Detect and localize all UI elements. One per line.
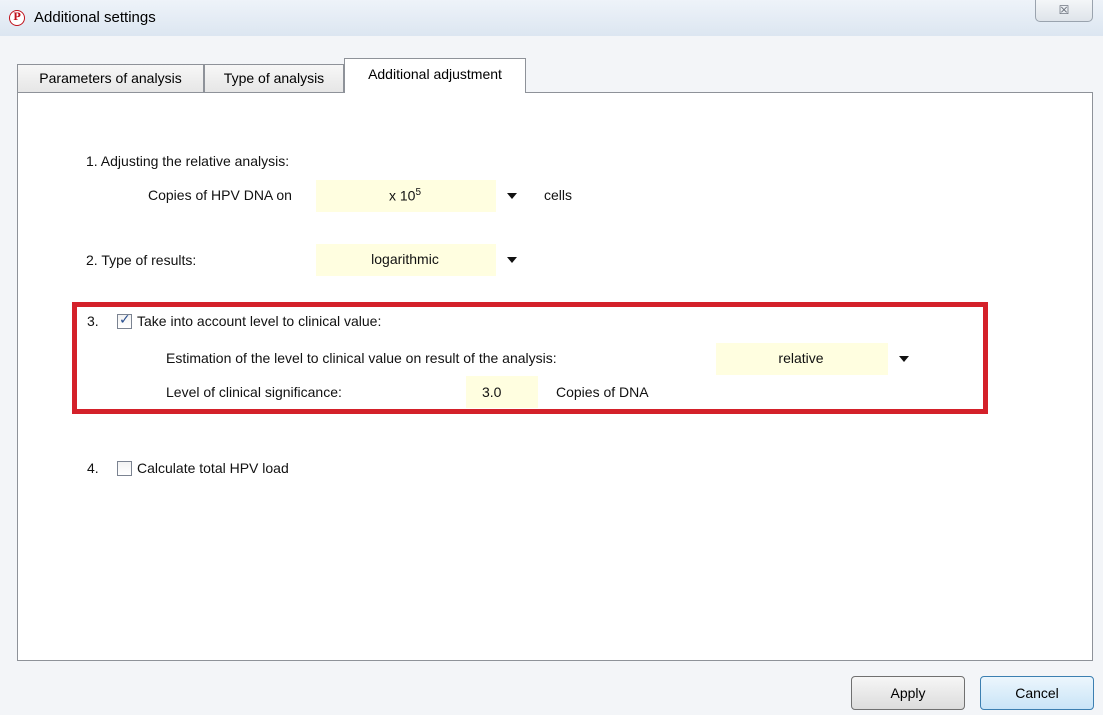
significance-label: Level of clinical significance: — [166, 384, 342, 400]
section-4-number: 4. — [87, 460, 99, 476]
copies-label: Copies of HPV DNA on — [148, 187, 292, 203]
type-of-results-value: logarithmic — [371, 251, 439, 267]
relative-analysis-heading: 1. Adjusting the relative analysis: — [86, 153, 290, 169]
tab-additional-adjustment[interactable]: Additional adjustment — [344, 58, 526, 93]
significance-input[interactable]: 3.0 — [466, 376, 538, 408]
settings-dialog: P Additional settings ☒ Parameters of an… — [0, 0, 1103, 715]
close-button[interactable]: ☒ — [1035, 0, 1093, 22]
cells-label: cells — [544, 187, 573, 203]
total-hpv-load-checkbox[interactable] — [117, 461, 132, 476]
estimation-value: relative — [778, 350, 824, 366]
estimation-label: Estimation of the level to clinical valu… — [166, 350, 557, 366]
tab-parameters-of-analysis[interactable]: Parameters of analysis — [17, 64, 204, 92]
title-bar: P Additional settings ☒ — [0, 0, 1103, 36]
app-logo-icon: P — [9, 10, 25, 26]
clinical-value-checkbox[interactable] — [117, 312, 132, 329]
multiplier-base: x 10 — [388, 187, 416, 204]
cancel-button[interactable]: Cancel — [980, 676, 1094, 710]
apply-button[interactable]: Apply — [851, 676, 965, 710]
copies-multiplier-dropdown[interactable]: x 105 — [316, 180, 528, 212]
significance-unit: Copies of DNA — [556, 384, 649, 400]
window-title: Additional settings — [34, 9, 156, 26]
type-of-results-label: 2. Type of results: — [86, 252, 197, 268]
chevron-down-icon[interactable] — [496, 180, 528, 212]
estimation-dropdown[interactable]: relative — [716, 343, 920, 375]
close-icon: ☒ — [1058, 3, 1070, 17]
clinical-value-checkbox-label[interactable]: Take into account level to clinical valu… — [137, 313, 381, 329]
multiplier-exponent: 5 — [415, 187, 422, 198]
total-hpv-load-label[interactable]: Calculate total HPV load — [137, 460, 289, 476]
section-3-number: 3. — [87, 313, 99, 329]
chevron-down-icon[interactable] — [496, 244, 528, 276]
chevron-down-icon[interactable] — [888, 343, 920, 375]
copies-multiplier-value: x 105 — [316, 187, 494, 204]
tab-type-of-analysis[interactable]: Type of analysis — [204, 64, 344, 92]
type-of-results-dropdown[interactable]: logarithmic — [316, 244, 528, 276]
